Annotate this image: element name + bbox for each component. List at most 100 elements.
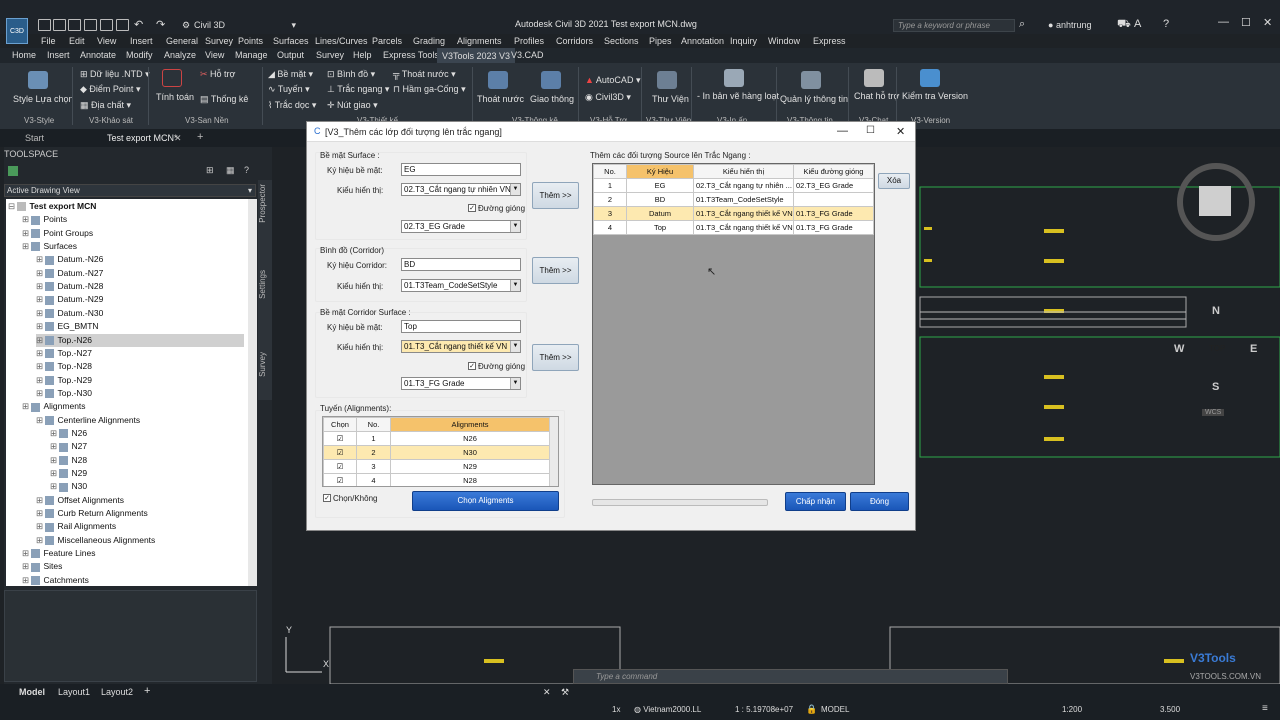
quan-ly-button[interactable]: Quản lý thông tin [780,94,848,104]
ho-tro-button[interactable]: ✂ Hỗ trợ [200,69,235,80]
tree-node[interactable]: ⊞ EG_BMTN [36,320,244,333]
du-lieu-button[interactable]: ⊞ Dữ liệu .NTD ▾ [80,69,150,80]
command-input[interactable]: Type a command [573,669,1008,684]
expand-icon[interactable]: ⊟ [8,201,17,211]
tab-output[interactable]: Output [277,50,304,60]
table-row[interactable]: ☑ 4 N28 [323,473,550,486]
annotation-scale[interactable]: 1:200 [1062,705,1082,714]
tree-node[interactable]: ⊞ Offset Alignments [36,494,124,507]
choose-alignments-button[interactable]: Chọn Aligments [412,491,559,511]
tab-manage[interactable]: Manage [235,50,268,60]
item-view-icon[interactable]: ▦ [226,165,235,176]
tinh-toan-button[interactable]: Tính toán [156,92,194,102]
close-dialog-button[interactable]: Đóng [850,492,909,511]
tree-view-icon[interactable]: ⊞ [206,165,214,176]
tree-node[interactable]: ⊞ Miscellaneous Alignments [36,534,155,547]
style-selection-button[interactable]: Style Lựa chọn [13,94,74,104]
in-ban-ve-button[interactable]: - In bản vẽ hàng loạt [697,91,779,101]
new-file-icon[interactable] [38,19,51,31]
tree-node[interactable]: ⊞ Datum.-N28 [36,280,244,293]
delete-button[interactable]: Xóa [878,173,910,189]
tree-node[interactable]: ⊞ N27 [50,440,87,453]
expand-icon[interactable]: ⊞ [50,428,59,438]
csurface-grade-select[interactable]: 01.T3_FG Grade ▼ [401,377,521,390]
model-space-toggle[interactable]: MODEL [821,705,849,714]
surface-grade-checkbox[interactable]: ✓ [468,204,476,212]
save-icon[interactable] [68,19,81,31]
menu-surfaces[interactable]: Surfaces [273,36,309,46]
prospector-tree[interactable]: ⊟ Test export MCN ⊞ Points ⊞ Point Groups ⊞… [6,199,248,586]
chat-ho-tro-button[interactable]: Chat hỗ trợ [854,91,899,101]
tab-layout2[interactable]: Layout2 [101,687,133,697]
ham-ga-button[interactable]: ⊓ Hầm ga-Cống ▾ [393,84,466,95]
menu-alignments[interactable]: Alignments [457,36,502,46]
menu-insert[interactable]: Insert [130,36,153,46]
menu-pipes[interactable]: Pipes [649,36,672,46]
expand-icon[interactable]: ⊞ [22,214,31,224]
table-row[interactable]: ☑ 3 N29 [323,459,550,474]
select-all-checkbox[interactable]: ✓ [323,494,331,502]
thoat-nuoc-button[interactable]: Thoát nước [477,94,524,104]
tab-model[interactable]: Model [19,687,45,697]
tree-node[interactable]: ⊞ Catchments [22,574,89,586]
expand-icon[interactable]: ⊞ [50,481,59,491]
viewcube-top-label[interactable]: TOP [1209,344,1225,353]
menu-points[interactable]: Points [238,36,263,46]
tab-survey[interactable]: Survey [258,352,272,377]
tree-scrollbar[interactable] [248,199,257,586]
zoom-ratio[interactable]: 1x [612,705,620,714]
expand-icon[interactable]: ⊞ [22,401,31,411]
tree-node[interactable]: ⊞ Points [22,213,67,226]
search-icon[interactable]: ⌕ [1019,18,1025,31]
expand-icon[interactable]: ⊞ [36,535,45,545]
diem-point-button[interactable]: ◆ Điểm Point ▾ [80,84,140,95]
nut-giao-button[interactable]: ✛ Nút giao ▾ [327,100,378,111]
viewcube-north[interactable]: N [1212,305,1220,317]
table-row[interactable]: 2 BD 01.T3Team_CodeSetStyle [593,192,874,207]
cart-icon[interactable]: ⛟ [1117,18,1131,32]
active-drawing-view-dropdown[interactable]: Active Drawing View ▾ [4,184,256,197]
corridor-style-select[interactable]: 01.T3Team_CodeSetStyle ▼ [401,279,521,292]
tree-node[interactable]: ⊞ N30 [50,480,87,493]
menu-edit[interactable]: Edit [69,36,85,46]
row-checkbox[interactable]: ☑ [323,445,357,460]
menu-file[interactable]: File [41,36,56,46]
expand-icon[interactable]: ⊞ [22,575,31,585]
dialog-minimize-button[interactable]: — [837,125,848,137]
expand-icon[interactable]: ⊞ [36,335,45,345]
tab-view[interactable]: View [205,50,224,60]
table-row[interactable]: ☑ 1 N26 [323,431,550,446]
expand-icon[interactable]: ⊞ [36,508,45,518]
tree-node[interactable]: ⊞ Curb Return Alignments [36,507,148,520]
tab-v3tools[interactable]: V3Tools 2023 V3 [437,48,516,63]
alignments-scrollbar[interactable] [549,417,558,486]
add-surface-button[interactable]: Thêm >> [532,182,579,209]
be-mat-button[interactable]: ◢ Bề mặt ▾ [268,69,313,80]
row-checkbox[interactable]: ☑ [323,459,357,474]
binh-do-button[interactable]: ⊡ Bình đồ ▾ [327,69,375,80]
tab-layout1[interactable]: Layout1 [58,687,90,697]
tree-node[interactable]: ⊞ Datum.-N30 [36,307,244,320]
tab-insert[interactable]: Insert [47,50,70,60]
tab-analyze[interactable]: Analyze [164,50,196,60]
expand-icon[interactable]: ⊞ [36,415,45,425]
minimize-button[interactable]: — [1218,16,1229,28]
toolspace-icon[interactable] [8,166,18,176]
accept-button[interactable]: Chấp nhận [785,492,846,511]
expand-icon[interactable]: ⊞ [22,228,31,238]
table-row[interactable]: 4 Top 01.T3_Cắt ngang thiết kế VN 01.T3_… [593,220,874,235]
table-row[interactable]: ☑ 2 N30 [323,445,550,460]
expand-icon[interactable]: ⊞ [50,441,59,451]
close-button[interactable]: ✕ [1263,16,1272,29]
maximize-button[interactable]: ☐ [1241,16,1251,29]
expand-icon[interactable]: ⊞ [22,548,31,558]
tab-settings[interactable]: Settings [258,270,272,299]
tree-node[interactable]: ⊞ Alignments [22,400,86,413]
tree-node[interactable]: ⊟ Test export MCN [8,200,96,213]
tab-prospector[interactable]: Prospector [258,184,272,223]
tab-survey[interactable]: Survey [316,50,344,60]
alignments-table[interactable]: Chọn No. Alignments ☑ 1 N26 ☑ 2 N30 ☑ 3 … [322,416,559,487]
menu-parcels[interactable]: Parcels [372,36,402,46]
dialog-maximize-button[interactable]: ☐ [866,125,875,136]
expand-icon[interactable]: ⊞ [50,455,59,465]
